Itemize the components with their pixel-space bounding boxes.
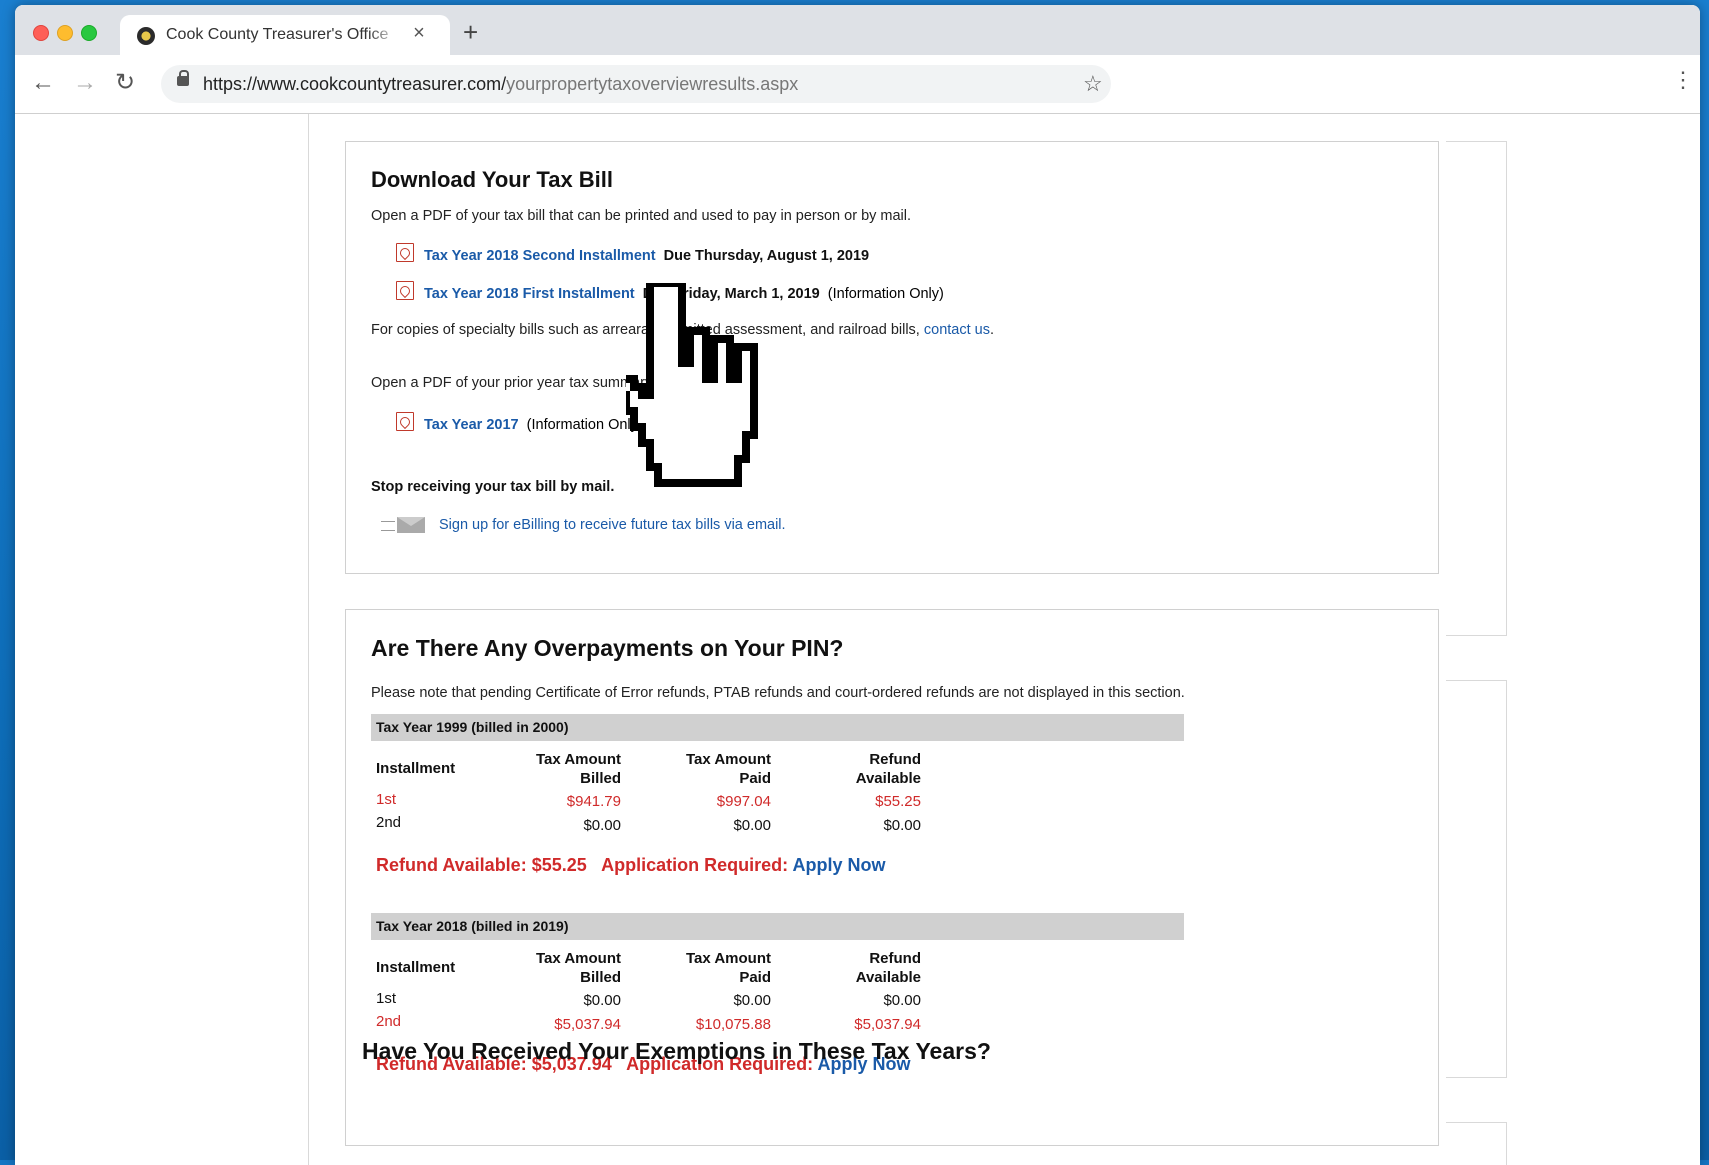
col-refund-2: Available (855, 770, 921, 787)
pdf-icon (396, 412, 414, 431)
overpayments-note: Please note that pending Certificate of … (371, 685, 1185, 701)
cell-refund: $0.00 (883, 992, 921, 1009)
url-path: yourpropertytaxoverviewresults.aspx (506, 74, 799, 94)
col-paid-2: Paid (739, 770, 771, 787)
bill-row: Tax Year 2017 (Information Only) (396, 412, 643, 433)
exemptions-heading: Have You Received Your Exemptions in The… (362, 1038, 991, 1064)
cell-refund: $55.25 (875, 793, 921, 810)
col-billed-2: Billed (580, 969, 621, 986)
tab-close-icon[interactable]: × (408, 22, 430, 45)
stop-mail-heading: Stop receiving your tax bill by mail. (371, 479, 615, 495)
col-paid-1: Tax Amount (686, 950, 771, 967)
lock-icon (177, 70, 189, 86)
pdf-icon (396, 243, 414, 262)
page-content: Download Your Tax Bill Open a PDF of you… (15, 114, 1700, 1165)
cell-billed: $941.79 (566, 793, 621, 810)
col-billed: Tax Amount Billed (511, 750, 621, 788)
download-tax-bill-card: Download Your Tax Bill Open a PDF of you… (345, 141, 1439, 574)
year-header: Tax Year 1999 (billed in 2000) (371, 714, 1184, 741)
email-icon (381, 515, 429, 533)
col-billed-1: Tax Amount (536, 950, 621, 967)
cell-paid: $0.00 (733, 817, 771, 834)
cell-paid: $10,075.88 (695, 1016, 771, 1033)
reload-icon[interactable]: ↻ (115, 69, 135, 97)
tab-title: Cook County Treasurer's Office (166, 26, 389, 43)
cell-installment: 2nd (376, 1013, 402, 1030)
pdf-icon (396, 281, 414, 300)
cell-installment: 1st (376, 990, 397, 1007)
year-header: Tax Year 2018 (billed in 2019) (371, 913, 1184, 940)
bill-row: Tax Year 2018 Second Installment Due Thu… (396, 243, 869, 264)
browser-toolbar: ← → ↻ https://www.cookcountytreasurer.co… (15, 55, 1700, 114)
ebilling-link[interactable]: Sign up for eBilling to receive future t… (439, 517, 786, 533)
download-intro: Open a PDF of your tax bill that can be … (371, 208, 912, 224)
side-panel (1446, 141, 1507, 636)
cell-paid: $997.04 (716, 793, 771, 810)
cell-installment: 1st (376, 791, 397, 808)
col-billed-2: Billed (580, 770, 621, 787)
col-refund-2: Available (855, 969, 921, 986)
col-refund-1: Refund (869, 950, 921, 967)
refund-summary: Refund Available: $55.25 Application Req… (376, 855, 885, 876)
minimize-window-button[interactable] (57, 25, 73, 41)
cell-billed: $0.00 (583, 817, 621, 834)
year-label: Tax Year 1999 (billed in 2000) (376, 719, 569, 735)
col-installment: Installment (376, 760, 456, 777)
bill-link[interactable]: Tax Year 2018 Second Installment (424, 248, 656, 264)
overpayments-card: Are There Any Overpayments on Your PIN? … (345, 609, 1439, 1146)
maximize-window-button[interactable] (81, 25, 97, 41)
browser-window: Cook County Treasurer's Office × + ← → ↻… (15, 5, 1700, 1165)
star-icon[interactable]: ☆ (1083, 71, 1103, 97)
cell-billed: $0.00 (583, 992, 621, 1009)
forward-arrow-icon[interactable]: → (73, 69, 97, 97)
col-installment: Installment (376, 959, 456, 976)
tab-bar: Cook County Treasurer's Office × + (15, 5, 1700, 55)
bill-link[interactable]: Tax Year 2018 First Installment (424, 286, 635, 302)
hand-cursor-icon (626, 283, 758, 487)
download-heading: Download Your Tax Bill (371, 167, 614, 192)
new-tab-button[interactable]: + (463, 19, 478, 45)
col-refund: Refund Available (811, 750, 921, 788)
cell-paid: $0.00 (733, 992, 771, 1009)
layout-divider (308, 114, 309, 1165)
contact-us-link[interactable]: contact us (924, 322, 990, 338)
col-billed-1: Tax Amount (536, 751, 621, 768)
col-paid-2: Paid (739, 969, 771, 986)
overpayments-heading: Are There Any Overpayments on Your PIN? (371, 635, 844, 661)
side-panel (1446, 1122, 1507, 1165)
back-arrow-icon[interactable]: ← (31, 69, 55, 97)
menu-dots-icon[interactable]: ⋮ (1672, 69, 1694, 91)
bill-due: Due Thursday, August 1, 2019 (663, 248, 870, 264)
col-refund-1: Refund (869, 751, 921, 768)
apply-now-link[interactable]: Apply Now (792, 855, 885, 875)
refund-available: Refund Available: $55.25 (376, 855, 587, 875)
address-bar[interactable]: https://www.cookcountytreasurer.com/your… (161, 65, 1111, 103)
bill-link[interactable]: Tax Year 2017 (424, 417, 519, 433)
col-refund: Refund Available (811, 949, 921, 987)
cell-refund: $5,037.94 (854, 1016, 921, 1033)
bill-note: (Information Only) (827, 286, 944, 302)
year-label: Tax Year 2018 (billed in 2019) (376, 918, 569, 934)
application-required: Application Required: (601, 855, 789, 875)
col-billed: Tax Amount Billed (511, 949, 621, 987)
side-panel (1446, 680, 1507, 1078)
url-host: https://www.cookcountytreasurer.com/ (203, 74, 507, 94)
url-text[interactable]: https://www.cookcountytreasurer.com/your… (203, 74, 798, 95)
tab-title-fade (368, 23, 400, 47)
cell-refund: $0.00 (883, 817, 921, 834)
browser-tab[interactable]: Cook County Treasurer's Office × (120, 15, 450, 55)
col-paid: Tax Amount Paid (661, 949, 771, 987)
close-window-button[interactable] (33, 25, 49, 41)
col-paid-1: Tax Amount (686, 751, 771, 768)
col-paid: Tax Amount Paid (661, 750, 771, 788)
cell-billed: $5,037.94 (554, 1016, 621, 1033)
favicon-icon (137, 27, 155, 45)
cell-installment: 2nd (376, 814, 402, 831)
ebilling-row: Sign up for eBilling to receive future t… (381, 515, 786, 533)
